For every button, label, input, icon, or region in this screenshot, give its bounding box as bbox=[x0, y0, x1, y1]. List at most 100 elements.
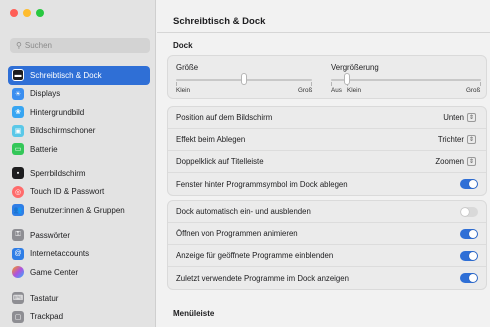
trackpad-icon: ▢ bbox=[12, 310, 24, 323]
sidebar-item-label: Bildschirmschoner bbox=[30, 126, 96, 136]
search-input[interactable]: ⚲ Suchen bbox=[10, 38, 150, 53]
sidebar-item-lock-screen[interactable]: ▪ Sperrbildschirm bbox=[8, 164, 150, 183]
lock-screen-icon: ▪ bbox=[12, 167, 24, 180]
show-indicators-toggle[interactable] bbox=[460, 250, 478, 261]
magnification-off-label: Aus bbox=[331, 87, 342, 94]
screensaver-icon: ▣ bbox=[12, 124, 24, 137]
divider bbox=[157, 32, 490, 33]
main-pane: Schreibtisch & Dock Dock Größe Klein Gro… bbox=[157, 0, 490, 327]
sidebar-item-game-center[interactable]: Game Center bbox=[8, 263, 150, 282]
double-click-label: Doppelklick auf Titelleiste bbox=[176, 157, 264, 166]
sidebar-group-2: ▪ Sperrbildschirm ◎ Touch ID & Passwort … bbox=[8, 164, 150, 220]
toggle-knob bbox=[461, 207, 469, 216]
sidebar-item-label: Tastatur bbox=[30, 293, 59, 303]
sidebar-item-keyboard[interactable]: ⌨ Tastatur bbox=[8, 289, 150, 308]
close-window-button[interactable] bbox=[10, 9, 18, 17]
toggle-knob bbox=[469, 180, 477, 188]
tick bbox=[331, 82, 332, 86]
sidebar-item-label: Benutzer:innen & Gruppen bbox=[30, 205, 125, 215]
magnification-max-label: Groß bbox=[466, 87, 481, 94]
minimize-effect-label: Effekt beim Ablegen bbox=[176, 135, 246, 144]
keyboard-icon: ⌨ bbox=[12, 292, 24, 305]
position-row[interactable]: Position auf dem Bildschirm Unten ⇕ bbox=[168, 107, 486, 129]
search-placeholder: Suchen bbox=[24, 41, 52, 50]
sidebar-group-3: ⚿ Passwörter @ Internetaccounts Game Cen… bbox=[8, 226, 150, 282]
sidebar-item-internet-accounts[interactable]: @ Internetaccounts bbox=[8, 245, 150, 264]
position-select[interactable]: Unten ⇕ bbox=[443, 113, 476, 122]
animate-opening-label: Öffnen von Programmen animieren bbox=[176, 229, 298, 238]
dock-section-title: Dock bbox=[173, 41, 193, 50]
animate-opening-row: Öffnen von Programmen animieren bbox=[168, 223, 486, 245]
sidebar-item-wallpaper[interactable]: ❀ Hintergrundbild bbox=[8, 103, 150, 122]
magnification-ticks bbox=[331, 82, 481, 86]
double-click-row[interactable]: Doppelklick auf Titelleiste Zoomen ⇕ bbox=[168, 151, 486, 173]
sidebar-item-users[interactable]: 👥 Benutzer:innen & Gruppen bbox=[8, 201, 150, 220]
users-icon: 👥 bbox=[12, 204, 24, 217]
sidebar-item-desktop-dock[interactable]: ▬ Schreibtisch & Dock bbox=[8, 66, 150, 85]
battery-icon: ▭ bbox=[12, 143, 24, 156]
sidebar-item-label: Trackpad bbox=[30, 312, 64, 322]
sidebar-group-4: ⌨ Tastatur ▢ Trackpad bbox=[8, 289, 150, 326]
sidebar-item-label: Passwörter bbox=[30, 230, 71, 240]
sidebar-item-label: Batterie bbox=[30, 144, 58, 154]
sidebar-item-label: Game Center bbox=[30, 267, 79, 277]
position-value: Unten bbox=[443, 113, 464, 122]
size-label: Größe bbox=[176, 63, 199, 72]
double-click-value: Zoomen bbox=[435, 157, 464, 166]
recent-apps-row: Zuletzt verwendete Programme im Dock anz… bbox=[168, 267, 486, 289]
sidebar-group-1: ▬ Schreibtisch & Dock ☀ Displays ❀ Hinte… bbox=[8, 66, 150, 159]
sidebar-item-label: Displays bbox=[30, 89, 61, 99]
dock-size-card: Größe Klein Groß Vergrößerung Aus Klein … bbox=[167, 55, 487, 99]
fingerprint-icon: ◎ bbox=[12, 185, 24, 198]
sidebar-item-label: Sperrbildschirm bbox=[30, 168, 86, 178]
minimize-window-button[interactable] bbox=[23, 9, 31, 17]
position-label: Position auf dem Bildschirm bbox=[176, 113, 273, 122]
recent-apps-toggle[interactable] bbox=[460, 273, 478, 283]
page-title: Schreibtisch & Dock bbox=[173, 16, 266, 27]
minimize-into-icon-label: Fenster hinter Programmsymbol im Dock ab… bbox=[176, 179, 348, 189]
minimize-into-icon-row: Fenster hinter Programmsymbol im Dock ab… bbox=[168, 173, 486, 195]
show-indicators-label: Anzeige für geöffnete Programme einblend… bbox=[176, 251, 334, 260]
minimize-effect-value: Trichter bbox=[437, 135, 464, 144]
minimize-into-icon-toggle[interactable] bbox=[460, 179, 478, 189]
desktop-dock-icon: ▬ bbox=[12, 69, 24, 82]
magnification-min-label: Klein bbox=[347, 87, 362, 94]
sidebar-item-label: Touch ID & Passwort bbox=[30, 187, 105, 197]
wallpaper-icon: ❀ bbox=[12, 106, 24, 119]
window-controls bbox=[10, 9, 44, 17]
magnification-slider-track[interactable] bbox=[331, 79, 481, 81]
size-min-label: Klein bbox=[176, 87, 191, 94]
toggle-knob bbox=[469, 251, 477, 260]
sidebar-item-touch-id[interactable]: ◎ Touch ID & Passwort bbox=[8, 183, 150, 202]
toggle-knob bbox=[469, 274, 477, 282]
sidebar-item-label: Internetaccounts bbox=[30, 249, 90, 259]
size-max-label: Groß bbox=[298, 87, 313, 94]
dock-settings-group-1: Position auf dem Bildschirm Unten ⇕ Effe… bbox=[167, 106, 487, 196]
toggle-knob bbox=[469, 229, 477, 238]
sidebar-item-passwords[interactable]: ⚿ Passwörter bbox=[8, 226, 150, 245]
sidebar-item-displays[interactable]: ☀ Displays bbox=[8, 85, 150, 104]
autohide-label: Dock automatisch ein- und ausblenden bbox=[176, 207, 311, 216]
sidebar-item-screensaver[interactable]: ▣ Bildschirmschoner bbox=[8, 122, 150, 141]
displays-icon: ☀ bbox=[12, 87, 24, 100]
minimize-effect-row[interactable]: Effekt beim Ablegen Trichter ⇕ bbox=[168, 129, 486, 151]
at-icon: @ bbox=[12, 247, 24, 260]
animate-opening-toggle[interactable] bbox=[460, 228, 478, 239]
search-icon: ⚲ bbox=[16, 41, 22, 50]
magnification-slider-thumb[interactable] bbox=[344, 73, 350, 85]
chevron-updown-icon: ⇕ bbox=[467, 113, 476, 122]
show-indicators-row: Anzeige für geöffnete Programme einblend… bbox=[168, 245, 486, 267]
chevron-updown-icon: ⇕ bbox=[467, 157, 476, 166]
size-slider-thumb[interactable] bbox=[241, 73, 247, 85]
minimize-effect-select[interactable]: Trichter ⇕ bbox=[438, 135, 476, 144]
dock-settings-group-2: Dock automatisch ein- und ausblenden Öff… bbox=[167, 200, 487, 290]
sidebar-item-trackpad[interactable]: ▢ Trackpad bbox=[8, 308, 150, 327]
tick bbox=[176, 82, 177, 86]
recent-apps-label: Zuletzt verwendete Programme im Dock anz… bbox=[176, 273, 349, 283]
double-click-select[interactable]: Zoomen ⇕ bbox=[435, 157, 476, 166]
sidebar-item-label: Schreibtisch & Dock bbox=[30, 70, 102, 80]
sidebar-item-battery[interactable]: ▭ Batterie bbox=[8, 140, 150, 159]
zoom-window-button[interactable] bbox=[36, 9, 44, 17]
autohide-toggle[interactable] bbox=[460, 206, 478, 217]
menubar-section-title: Menüleiste bbox=[173, 309, 215, 318]
